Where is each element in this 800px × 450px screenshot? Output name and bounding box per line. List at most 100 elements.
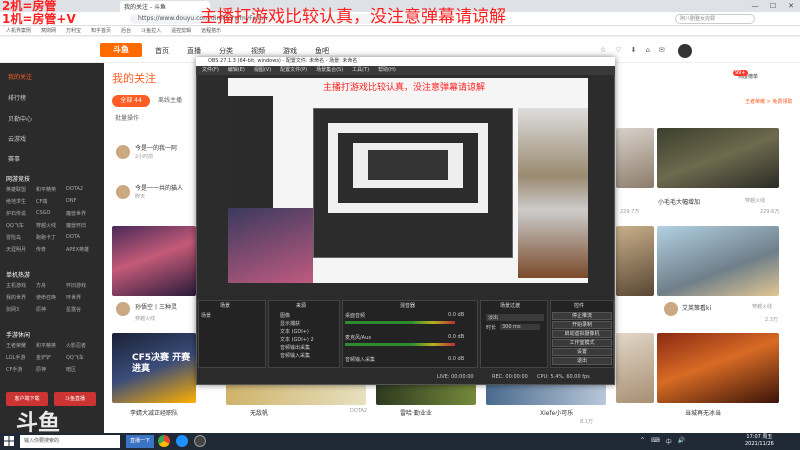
browser-search-input[interactable]: 阿八剧整女完罪 (675, 14, 755, 24)
obs-duration-input[interactable]: 300 ms (500, 324, 540, 330)
sidebar-game[interactable]: 星露谷 (66, 306, 96, 313)
sidebar-game[interactable]: 跑跑卡丁 (36, 234, 66, 241)
keyboard-icon[interactable]: ⌨ (651, 437, 660, 446)
tray-expand-icon[interactable]: ^ (640, 437, 645, 446)
sidebar-game[interactable]: 剑网3 (6, 306, 36, 313)
sidebar-game[interactable]: DNF (66, 198, 96, 205)
user-avatar[interactable] (678, 44, 692, 58)
star-icon[interactable]: ☆ (600, 46, 606, 54)
stream-thumbnail[interactable] (616, 128, 654, 188)
stream-title[interactable]: 当城再无冰当 (685, 408, 721, 417)
sidebar-game[interactable]: DOTA (66, 234, 96, 241)
sidebar-game[interactable]: 天涯明月 (6, 246, 36, 253)
obs-scene-item[interactable]: 场景 (201, 312, 211, 319)
ime-icon[interactable]: 中 (666, 437, 672, 446)
bookmark-item[interactable]: 窝岗网 (41, 26, 56, 35)
client-download-button[interactable]: 客户端下载 (6, 392, 48, 406)
site-logo[interactable]: 斗鱼 (100, 43, 142, 57)
sidebar-game[interactable]: DOTA2 (66, 186, 96, 193)
sidebar-game[interactable]: QQ飞车 (66, 354, 96, 361)
nav-home[interactable]: 首页 (155, 46, 169, 56)
sidebar-game[interactable]: 魔兽世界 (66, 210, 96, 217)
virtual-camera-button[interactable]: 启动虚拟摄像机 (552, 330, 612, 338)
sidebar-game[interactable]: 和平精英 (36, 186, 66, 193)
bookmark-item[interactable]: 后台 (121, 26, 131, 35)
bookmark-item[interactable]: 斗鱼拉入 (141, 26, 161, 35)
message-icon[interactable]: ✉ (659, 46, 665, 54)
sidebar-game[interactable]: LOL手游 (6, 354, 36, 361)
cf-banner[interactable]: CF5决赛 开赛进真 (112, 333, 196, 403)
obs-menu-view[interactable]: 视图(V) (254, 66, 271, 75)
stream-title[interactable]: 无敌帆 (250, 408, 268, 417)
stop-stream-button[interactable]: 停止推流 (552, 312, 612, 320)
stream-thumbnail[interactable] (486, 383, 606, 405)
sidebar-game[interactable]: 穿越火线 (36, 222, 66, 229)
avatar[interactable] (116, 145, 130, 159)
obs-menu-help[interactable]: 帮助(H) (378, 66, 396, 75)
minimize-button[interactable]: — (746, 0, 764, 12)
obs-source-item[interactable]: 音频输入采集 (280, 352, 310, 359)
sidebar-game[interactable]: 王者荣耀 (6, 342, 36, 349)
sidebar-game[interactable]: APEX英雄 (66, 246, 96, 253)
taskbar-app-button[interactable]: 直播一下 (126, 435, 154, 448)
sidebar-game[interactable]: 绝地求生 (6, 198, 36, 205)
bookmark-item[interactable]: 知乎首页 (91, 26, 111, 35)
obs-source-item[interactable]: 图像 (280, 312, 290, 319)
sidebar-game[interactable]: CSGO (36, 210, 66, 217)
sidebar-game[interactable]: 和平精英 (36, 342, 66, 349)
sidebar-game[interactable]: 魔兽怀旧 (66, 222, 96, 229)
stream-thumbnail[interactable] (376, 383, 476, 405)
tab-all[interactable]: 全部 44 (112, 95, 150, 107)
nav-game[interactable]: 游戏 (283, 46, 297, 56)
sidebar-item-events[interactable]: 赛事 (8, 154, 20, 163)
stream-thumbnail[interactable] (657, 128, 779, 188)
sidebar-game[interactable]: 使命召唤 (36, 294, 66, 301)
stream-title[interactable]: 李婧大减正经职队 (130, 408, 178, 417)
avatar[interactable] (664, 302, 678, 316)
obs-source-item[interactable]: 显示捕获 (280, 320, 300, 327)
obs-menu-scenes[interactable]: 场景集合(S) (316, 66, 343, 75)
taskbar-clock[interactable]: 17:07 周五 2021/11/26 (745, 434, 774, 448)
sidebar-game[interactable]: 冒险岛 (6, 234, 36, 241)
sidebar-game[interactable]: 英雄联盟 (6, 186, 36, 193)
sidebar-game[interactable]: 方舟 (36, 282, 66, 289)
nav-video[interactable]: 视频 (251, 46, 265, 56)
bookmark-item[interactable]: 远程搭乐 (201, 26, 221, 35)
start-recording-button[interactable]: 开始录制 (552, 321, 612, 329)
exit-button[interactable]: 退出 (552, 357, 612, 365)
bookmark-item[interactable]: 万利宝 (66, 26, 81, 35)
stream-thumbnail[interactable] (657, 333, 779, 403)
right-panel-rank[interactable]: 王者荣耀 > 免费领取 (745, 98, 792, 105)
sidebar-item-follow[interactable]: 我的关注 (8, 72, 32, 81)
obs-icon[interactable] (194, 435, 206, 447)
streamer-name[interactable]: 今是一一共的猫人 (135, 183, 183, 192)
stream-thumbnail[interactable] (112, 226, 196, 296)
sidebar-game[interactable]: 主机游戏 (6, 282, 36, 289)
stream-thumbnail[interactable] (616, 226, 654, 296)
windows-start-icon[interactable] (4, 436, 14, 446)
stream-title[interactable]: Xiefe小可乐 (540, 408, 573, 417)
obs-menu-edit[interactable]: 编辑(E) (228, 66, 245, 75)
sidebar-item-rank[interactable]: 排行榜 (8, 93, 26, 102)
batch-operation-button[interactable]: 批量操作 (115, 113, 139, 122)
sidebar-item-center[interactable]: 贝勒中心 (8, 114, 32, 123)
sidebar-item-cloudgame[interactable]: 云游戏 (8, 134, 26, 143)
settings-button[interactable]: 设置 (552, 348, 612, 356)
nav-category[interactable]: 分类 (219, 46, 233, 56)
volume-icon[interactable]: 🔊 (678, 437, 685, 446)
obs-menu-file[interactable]: 文件(F) (202, 66, 219, 75)
obs-source-item[interactable]: 音频输出采集 (280, 344, 310, 351)
stream-title[interactable]: 孙悟空丨三种灵 (135, 302, 177, 311)
obs-preview[interactable]: 主播打游戏比较认真，没注意弹幕请谅解 (228, 78, 588, 283)
obs-source-item[interactable]: 文本 (GDI+) 2 (280, 336, 314, 343)
sidebar-game[interactable]: 传奇 (36, 246, 66, 253)
bookmark-item[interactable]: 遥控剪辑 (171, 26, 191, 35)
tab-offline[interactable]: 离线主播 (158, 95, 182, 107)
avatar[interactable] (116, 302, 130, 316)
heart-icon[interactable]: ♡ (615, 46, 621, 54)
sidebar-game[interactable]: CF端 (36, 198, 66, 205)
home-icon[interactable]: ⌂ (645, 46, 649, 54)
stream-thumbnail[interactable] (226, 383, 366, 405)
sidebar-game[interactable]: CF手游 (6, 366, 36, 373)
close-button[interactable]: ✕ (782, 0, 800, 12)
